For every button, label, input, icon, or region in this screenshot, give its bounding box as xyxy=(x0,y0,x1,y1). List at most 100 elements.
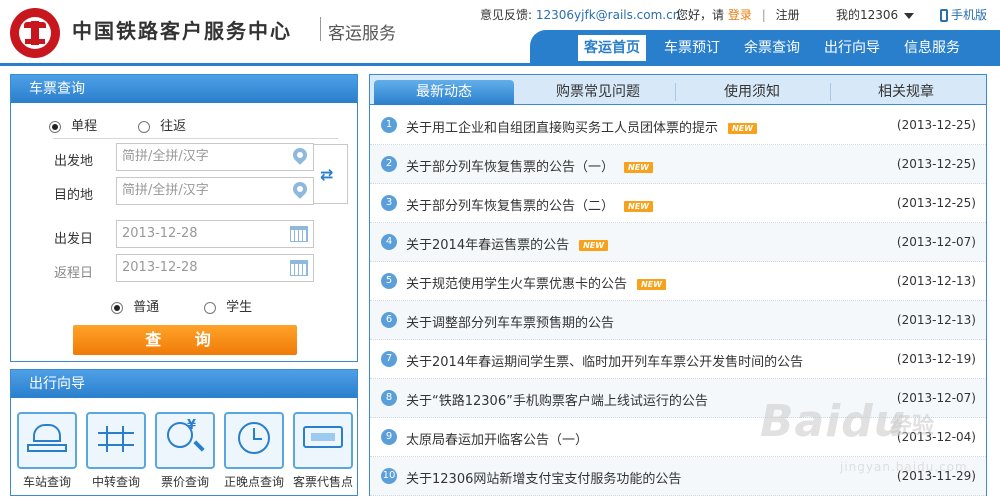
regular-ticket-radio[interactable]: 普通 xyxy=(111,296,159,315)
my12306-menu[interactable]: 我的12306 xyxy=(836,6,915,23)
depart-date-value: 2013-12-28 xyxy=(122,226,198,241)
news-item[interactable]: 8 关于“铁路12306”手机购票客户端上线试运行的公告 (2013-12-07) xyxy=(370,379,986,418)
depart-date-input[interactable]: 2013-12-28 xyxy=(116,220,314,248)
new-badge: NEW xyxy=(624,162,653,173)
news-title-link[interactable]: 关于12306网站新增支付宝支付服务功能的公告 xyxy=(406,468,681,487)
news-date: (2013-12-07) xyxy=(896,235,976,249)
news-title-link[interactable]: 关于2014年春运售票的公告 NEW xyxy=(406,234,609,253)
ticket-agency-icon xyxy=(293,412,353,469)
nav-remaining-tickets[interactable]: 余票查询 xyxy=(738,35,806,61)
news-title-link[interactable]: 关于“铁路12306”手机购票客户端上线试运行的公告 xyxy=(406,390,708,409)
news-date: (2013-12-13) xyxy=(896,274,976,288)
guide-fare-query[interactable]: ¥ 票价查询 xyxy=(155,412,215,490)
register-link[interactable]: 注册 xyxy=(776,8,800,22)
header: 中国铁路客户服务中心 客运服务 意见反馈: 12306yjfk@rails.co… xyxy=(0,0,1000,66)
login-link[interactable]: 登录 xyxy=(728,8,752,22)
news-title-text: 关于调整部分列车车票预售期的公告 xyxy=(406,316,615,331)
tab-divider xyxy=(675,83,676,101)
round-trip-radio[interactable]: 往返 xyxy=(138,115,186,134)
station-icon xyxy=(17,412,77,469)
new-badge: NEW xyxy=(579,240,609,251)
tab-regulations[interactable]: 相关规章 xyxy=(836,80,976,105)
news-title-text: 关于规范使用学生火车票优惠卡的公告 xyxy=(406,277,628,292)
guide-label: 车站查询 xyxy=(22,475,71,489)
search-button[interactable]: 查 询 xyxy=(73,325,297,355)
item-number-badge: 9 xyxy=(381,429,397,445)
news-title-link[interactable]: 关于部分列车恢复售票的公告（二） NEW xyxy=(406,195,653,214)
to-placeholder: 简拼/全拼/汉字 xyxy=(122,183,209,198)
from-label: 出发地 xyxy=(54,154,94,169)
item-number-badge: 2 xyxy=(381,156,397,172)
to-station-input[interactable]: 简拼/全拼/汉字 xyxy=(116,177,314,205)
nav-info-service[interactable]: 信息服务 xyxy=(898,35,966,61)
guide-agency-points[interactable]: 客票代售点 xyxy=(293,412,353,490)
news-item[interactable]: 4 关于2014年春运售票的公告 NEW (2013-12-07) xyxy=(370,223,986,262)
news-title-text: 关于部分列车恢复售票的公告（二） xyxy=(406,199,615,214)
from-placeholder: 简拼/全拼/汉字 xyxy=(122,149,209,164)
news-date: (2013-12-25) xyxy=(896,157,976,171)
news-title-link[interactable]: 关于2014年春运期间学生票、临时加开列车车票公开发售时间的公告 xyxy=(406,351,803,370)
tab-faq[interactable]: 购票常见问题 xyxy=(528,80,668,105)
calendar-icon[interactable] xyxy=(290,226,308,242)
swap-stations-icon[interactable]: ⇄ xyxy=(320,167,340,183)
one-way-radio[interactable]: 单程 xyxy=(49,115,97,134)
item-number-badge: 1 xyxy=(381,117,397,133)
return-date-input[interactable]: 2013-12-28 xyxy=(116,254,314,282)
nav-booking[interactable]: 车票预订 xyxy=(658,35,726,61)
news-date: (2013-12-13) xyxy=(896,313,976,327)
guide-delay-query[interactable]: 正晚点查询 xyxy=(224,412,284,490)
clock-icon xyxy=(224,412,284,469)
news-date: (2013-12-04) xyxy=(896,430,976,444)
railway-logo-icon[interactable] xyxy=(10,8,60,58)
mobile-link[interactable]: 手机版 xyxy=(940,6,987,23)
travel-guide-panel: 出行向导 车站查询 中转查询 ¥ 票价查询 正晚点查询 客票代售点 xyxy=(10,369,358,496)
site-subtitle: 客运服务 xyxy=(328,24,396,44)
item-number-badge: 3 xyxy=(381,195,397,211)
new-badge: NEW xyxy=(624,201,653,212)
news-title-link[interactable]: 关于规范使用学生火车票优惠卡的公告 NEW xyxy=(406,273,666,292)
news-item[interactable]: 7 关于2014年春运期间学生票、临时加开列车车票公开发售时间的公告 (2013-1… xyxy=(370,340,986,379)
news-title-link[interactable]: 关于用工企业和自组团直接购买务工人员团体票的提示 NEW xyxy=(406,117,757,136)
guide-label: 票价查询 xyxy=(160,475,209,489)
student-label: 学生 xyxy=(226,300,253,315)
location-pin-icon xyxy=(290,145,310,165)
news-title-link[interactable]: 关于调整部分列车车票预售期的公告 xyxy=(406,312,614,331)
tab-latest[interactable]: 最新动态 xyxy=(374,80,514,105)
news-date: (2013-12-19) xyxy=(896,352,976,366)
news-title-link[interactable]: 太原局春运加开临客公告（一） xyxy=(406,429,588,448)
return-date-label: 返程日 xyxy=(54,266,94,281)
divider: | xyxy=(761,8,766,22)
phone-icon xyxy=(940,9,948,22)
news-title-link[interactable]: 关于部分列车恢复售票的公告（一） NEW xyxy=(406,156,653,175)
item-number-badge: 10 xyxy=(381,468,397,484)
news-item[interactable]: 3 关于部分列车恢复售票的公告（二） NEW (2013-12-25) xyxy=(370,184,986,223)
nav-travel-guide[interactable]: 出行向导 xyxy=(818,35,886,61)
news-title-text: 关于2014年春运期间学生票、临时加开列车车票公开发售时间的公告 xyxy=(406,355,804,370)
news-item[interactable]: 9 太原局春运加开临客公告（一） (2013-12-04) xyxy=(370,418,986,457)
one-way-label: 单程 xyxy=(71,119,98,134)
from-station-input[interactable]: 简拼/全拼/汉字 xyxy=(116,143,314,171)
chevron-down-icon xyxy=(904,12,915,19)
news-item[interactable]: 2 关于部分列车恢复售票的公告（一） NEW (2013-12-25) xyxy=(370,145,986,184)
news-item[interactable]: 10 关于12306网站新增支付宝支付服务功能的公告 (2013-11-29) xyxy=(370,457,986,496)
round-trip-label: 往返 xyxy=(160,119,187,134)
feedback-email-link[interactable]: 12306yjfk@rails.com.cn xyxy=(536,8,680,22)
news-title-text: 关于用工企业和自组团直接购买务工人员团体票的提示 xyxy=(406,121,719,136)
nav-home[interactable]: 客运首页 xyxy=(578,35,646,61)
news-item[interactable]: 5 关于规范使用学生火车票优惠卡的公告 NEW (2013-12-13) xyxy=(370,262,986,301)
calendar-icon[interactable] xyxy=(290,260,308,276)
feedback-label: 意见反馈: xyxy=(480,8,533,22)
news-panel: 最新动态 购票常见问题 使用须知 相关规章 1 关于用工企业和自组团直接购买务工人… xyxy=(369,74,987,496)
tab-notes[interactable]: 使用须知 xyxy=(682,80,822,105)
tab-divider xyxy=(830,83,831,101)
my12306-label: 我的12306 xyxy=(836,8,899,22)
news-date: (2013-11-29) xyxy=(896,469,976,483)
ticket-query-panel: 车票查询 单程 往返 出发地 简拼/全拼/汉字 目的地 简拼/全拼/汉字 ⇄ 出… xyxy=(10,74,358,362)
student-ticket-radio[interactable]: 学生 xyxy=(204,296,252,315)
news-item[interactable]: 1 关于用工企业和自组团直接购买务工人员团体票的提示 NEW (2013-12-25) xyxy=(370,106,986,145)
new-badge: NEW xyxy=(728,123,757,134)
location-pin-icon xyxy=(290,179,310,199)
guide-transfer-query[interactable]: 中转查询 xyxy=(86,412,146,490)
guide-station-query[interactable]: 车站查询 xyxy=(17,412,77,490)
news-item[interactable]: 6 关于调整部分列车车票预售期的公告 (2013-12-13) xyxy=(370,301,986,340)
